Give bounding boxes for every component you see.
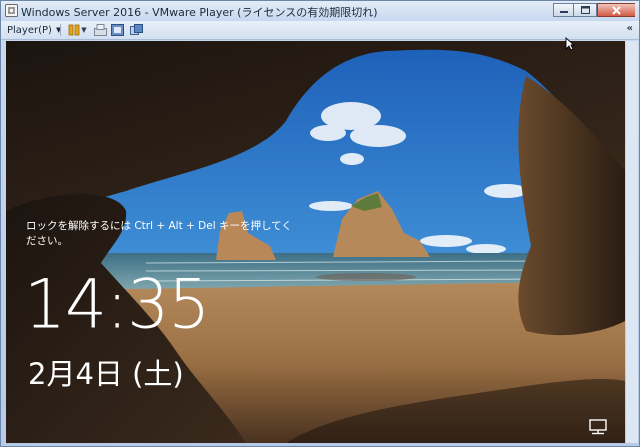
double-chevron-icon[interactable]: « [627, 23, 633, 34]
close-icon [612, 5, 621, 15]
player-menu-label: Player(P) [7, 24, 52, 36]
send-ctrl-alt-del-icon [93, 24, 107, 36]
vmware-player-window: Windows Server 2016 - VMware Player (ライセ… [0, 0, 640, 447]
unity-icon [129, 24, 143, 35]
minimize-icon [559, 11, 568, 13]
vm-display[interactable]: ロックを解除するには Ctrl + Alt + Del キーを押してください。 … [6, 41, 625, 443]
toolbar-separator [60, 24, 61, 36]
player-menu[interactable]: Player(P) ▼ [7, 23, 61, 37]
network-icon[interactable] [589, 419, 607, 435]
vmware-app-icon [5, 4, 18, 17]
window-title: Windows Server 2016 - VMware Player (ライセ… [21, 6, 378, 19]
unlock-instruction-text: ロックを解除するには Ctrl + Alt + Del キーを押してください。 [26, 220, 292, 247]
fullscreen-icon [110, 24, 124, 36]
maximize-button[interactable] [573, 3, 597, 17]
title-bar[interactable]: Windows Server 2016 - VMware Player (ライセ… [1, 1, 639, 22]
lockscreen-date: 2月4日 (土) [28, 357, 184, 391]
window-right-edge [626, 41, 638, 443]
unity-button[interactable] [129, 23, 143, 37]
player-toolbar: Player(P) ▼ ▼ « [1, 21, 639, 40]
pause-dropdown[interactable]: ▼ [79, 23, 89, 37]
send-ctrl-alt-del-button[interactable] [93, 23, 107, 37]
maximize-icon [580, 6, 590, 14]
mouse-cursor-icon [565, 37, 575, 51]
caption-buttons [553, 3, 635, 17]
fullscreen-button[interactable] [110, 23, 124, 37]
chevron-down-icon: ▼ [81, 26, 87, 34]
close-button[interactable] [597, 3, 635, 17]
minimize-button[interactable] [553, 3, 573, 17]
lockscreen-clock: 14:35 [24, 265, 210, 344]
